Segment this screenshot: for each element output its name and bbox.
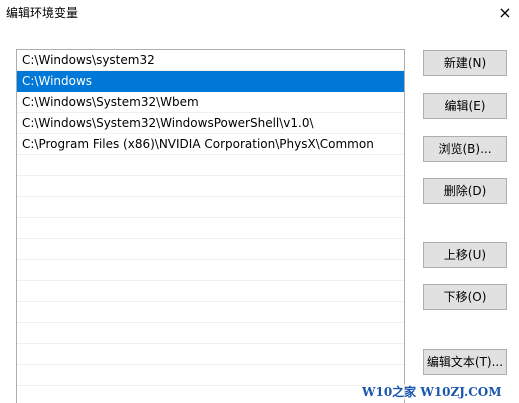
move-up-button[interactable]: 上移(U) bbox=[423, 242, 507, 268]
list-item[interactable]: C:\Windows bbox=[17, 71, 404, 92]
empty-list-row bbox=[17, 218, 404, 239]
close-button[interactable]: × bbox=[493, 2, 517, 24]
empty-list-row bbox=[17, 344, 404, 365]
empty-list-row bbox=[17, 239, 404, 260]
list-item[interactable]: C:\Program Files (x86)\NVIDIA Corporatio… bbox=[17, 134, 404, 155]
empty-list-row bbox=[17, 176, 404, 197]
list-item[interactable]: C:\Windows\system32 bbox=[17, 50, 404, 71]
move-down-button[interactable]: 下移(O) bbox=[423, 284, 507, 310]
empty-list-row bbox=[17, 365, 404, 386]
empty-list-row bbox=[17, 323, 404, 344]
new-button[interactable]: 新建(N) bbox=[423, 50, 507, 76]
list-item[interactable]: C:\Windows\System32\Wbem bbox=[17, 92, 404, 113]
edit-text-button[interactable]: 编辑文本(T)... bbox=[423, 349, 507, 375]
browse-button[interactable]: 浏览(B)... bbox=[423, 136, 507, 162]
path-list[interactable]: C:\Windows\system32 C:\Windows C:\Window… bbox=[16, 49, 405, 403]
title-bar: 编辑环境变量 × bbox=[0, 0, 519, 28]
close-icon: × bbox=[498, 3, 512, 22]
empty-list-row bbox=[17, 155, 404, 176]
list-item[interactable]: C:\Windows\System32\WindowsPowerShell\v1… bbox=[17, 113, 404, 134]
empty-list-row bbox=[17, 197, 404, 218]
empty-list-row bbox=[17, 302, 404, 323]
empty-list-row bbox=[17, 281, 404, 302]
delete-button[interactable]: 删除(D) bbox=[423, 178, 507, 204]
window-title: 编辑环境变量 bbox=[6, 6, 79, 20]
watermark-logo: W10之家 W10ZJ.COM bbox=[362, 384, 502, 400]
empty-list-row bbox=[17, 260, 404, 281]
edit-button[interactable]: 编辑(E) bbox=[423, 93, 507, 119]
